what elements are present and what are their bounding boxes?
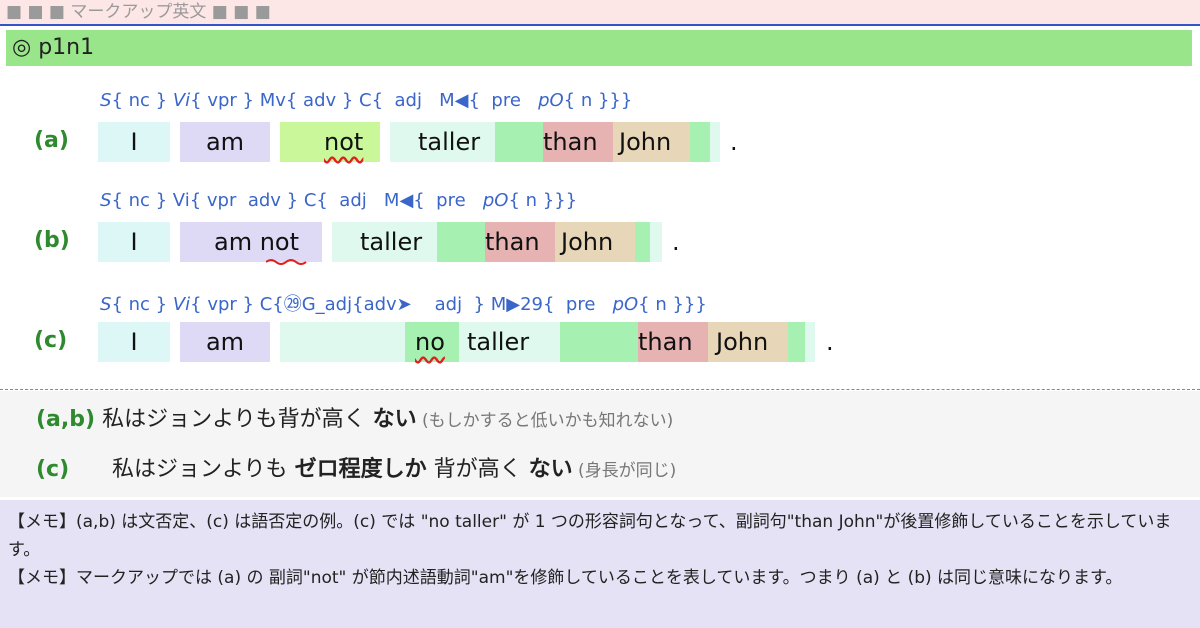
translation-area: (a,b) 私はジョンよりも背が高く ない (もしかすると低いかも知れない) (… (0, 391, 1200, 497)
translation-ab: (a,b) 私はジョンよりも背が高く ない (もしかすると低いかも知れない) (36, 401, 673, 433)
example-a-subject: I (98, 122, 170, 162)
section-title-bar: ◎ p1n1 (6, 30, 1192, 66)
header-bar: ■ ■ ■ マークアップ英文 ■ ■ ■ (0, 0, 1200, 26)
example-c-period: . (826, 328, 834, 356)
example-a-verb: am (180, 122, 270, 162)
translation-ab-bold: ない (372, 407, 417, 432)
example-b-period: . (672, 228, 680, 256)
example-c-object: John (708, 322, 788, 362)
example-b-subject: I (98, 222, 170, 262)
example-a-adverb: not (280, 122, 380, 162)
example-a-annotation: S{ nc } Vi{ vpr } Mv{ adv } C{ adj M◀{ p… (100, 90, 633, 111)
example-c-verb: am (180, 322, 270, 362)
section-title: ◎ p1n1 (12, 35, 95, 60)
example-c-label: (c) (34, 328, 68, 353)
example-b-verb-words: am not (214, 228, 300, 256)
example-b-verb-phrase: am not (180, 222, 322, 262)
examples-area: S{ nc } Vi{ vpr } Mv{ adv } C{ adj M◀{ p… (0, 66, 1200, 388)
translation-c-bold1: ゼロ程度しか (294, 457, 427, 482)
translation-ab-tag: (a,b) (36, 407, 96, 432)
example-a-period: . (730, 128, 738, 156)
dashed-divider (0, 389, 1200, 390)
example-c-subject: I (98, 322, 170, 362)
example-b-label: (b) (34, 228, 70, 253)
example-c-adverb-word: no (415, 328, 445, 356)
header-title: ■ ■ ■ マークアップ英文 ■ ■ ■ (6, 2, 271, 22)
memo-2: 【メモ】マークアップでは (a) の 副詞"not" が節内述語動詞"am"を修… (8, 568, 1123, 588)
example-b-preposition: than (485, 222, 555, 262)
example-c-adjective: taller (467, 328, 530, 356)
example-b-wavy-underline (266, 259, 307, 265)
example-a-preposition: than (543, 122, 613, 162)
translation-c-note: (身長が同じ) (572, 461, 677, 481)
example-a-adverb-word: not (324, 128, 364, 156)
translation-c: (c) 私はジョンよりも ゼロ程度しか 背が高く ない (身長が同じ) (36, 451, 676, 483)
example-b-object: John (555, 222, 635, 262)
example-c-adverb: no (405, 322, 459, 362)
translation-c-bold2: ない (528, 457, 573, 482)
example-a-label: (a) (34, 128, 69, 153)
translation-c-tag: (c) (36, 457, 70, 482)
translation-c-text1: 私はジョンよりも (112, 457, 295, 482)
translation-ab-note: (もしかすると低いかも知れない) (416, 411, 674, 431)
memo-box: 【メモ】(a,b) は文否定、(c) は語否定の例。(c) では "no tal… (0, 500, 1200, 628)
example-c-preposition: than (638, 322, 708, 362)
example-b-annotation: S{ nc } Vi{ vpr adv } C{ adj M◀{ pre pO{… (100, 190, 578, 211)
example-a-object: John (613, 122, 690, 162)
translation-ab-text: 私はジョンよりも背が高く (102, 407, 373, 432)
memo-1: 【メモ】(a,b) は文否定、(c) は語否定の例。(c) では "no tal… (8, 512, 1172, 560)
example-c-annotation: S{ nc } Vi{ vpr } C{㉙G_adj{adv➤ adj } M▶… (100, 294, 707, 315)
translation-c-text2: 背が高く (426, 457, 529, 482)
